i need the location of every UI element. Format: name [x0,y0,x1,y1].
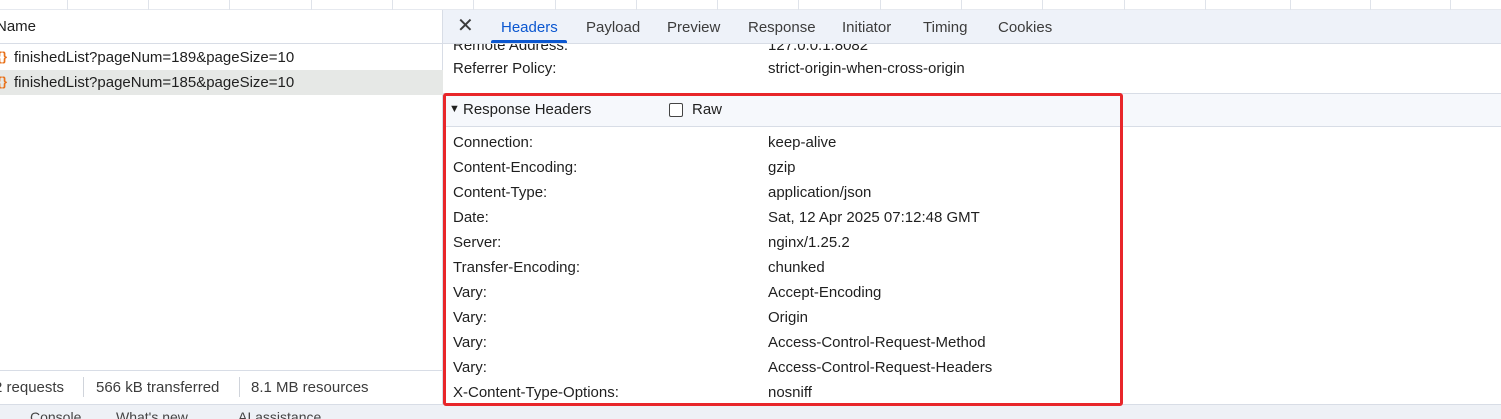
drawer-tab-strip: Console What's new AI assistance [0,404,1501,419]
header-name: X-Content-Type-Options: [453,384,619,401]
timeline-tick [1450,0,1451,10]
summary-divider [239,377,240,397]
header-name: Remote Address: [453,44,569,54]
timeline-tick [311,0,312,10]
timeline-tick [880,0,881,10]
header-name: Server: [453,234,502,251]
header-name: Vary: [453,284,487,301]
header-value: keep-alive [768,134,837,151]
timeline-tick [636,0,637,10]
tab-preview[interactable]: Preview [667,19,720,36]
header-name: Vary: [453,359,487,376]
request-list-panel: Name {} finishedList?pageNum=189&pageSiz… [0,10,443,410]
header-value: nginx/1.25.2 [768,234,850,251]
timeline-tick [1370,0,1371,10]
timeline-tick [798,0,799,10]
timeline-tick [67,0,68,10]
general-row-clipped: Remote Address: 127.0.0.1:8082 [443,44,1501,54]
tab-response[interactable]: Response [748,19,816,36]
header-value: nosniff [768,384,812,401]
header-value: strict-origin-when-cross-origin [768,60,965,77]
request-row-selected[interactable]: {} finishedList?pageNum=185&pageSize=10 [0,70,443,95]
header-value: 127.0.0.1:8082 [768,44,869,54]
network-summary-bar: 2 requests 566 kB transferred 8.1 MB res… [0,370,443,404]
name-column-label: Name [0,18,37,35]
header-value: Access-Control-Request-Method [768,334,986,351]
details-tab-bar: ✕ Headers Payload Preview Response Initi… [443,10,1501,44]
name-column-header[interactable]: Name [0,10,443,44]
tab-timing[interactable]: Timing [923,19,967,36]
drawer-tab-console[interactable]: Console [30,409,81,419]
json-file-icon: {} [0,49,8,64]
header-value: Sat, 12 Apr 2025 07:12:48 GMT [768,209,980,226]
request-details-panel: ✕ Headers Payload Preview Response Initi… [443,10,1501,404]
summary-divider [83,377,84,397]
resources-size: 8.1 MB resources [251,379,369,396]
tab-cookies[interactable]: Cookies [998,19,1052,36]
request-name: finishedList?pageNum=185&pageSize=10 [14,74,295,91]
expand-triangle-icon[interactable]: ▼ [449,103,460,115]
header-name: Transfer-Encoding: [453,259,581,276]
header-name: Content-Encoding: [453,159,578,176]
header-value: Origin [768,309,809,326]
response-headers-section-header[interactable]: ▼ Response Headers Raw [443,93,1501,127]
timeline-tick [1124,0,1125,10]
timeline-tick [229,0,230,10]
drawer-tab-ai-assistance[interactable]: AI assistance [238,409,321,419]
transferred-size: 566 kB transferred [96,379,220,396]
header-name: Date: [453,209,489,226]
tab-initiator[interactable]: Initiator [842,19,891,36]
request-row[interactable]: {} finishedList?pageNum=189&pageSize=10 [0,45,443,70]
json-file-icon: {} [0,74,8,89]
waterfall-timeline [0,0,1501,10]
timeline-tick [1290,0,1291,10]
timeline-tick [555,0,556,10]
close-icon[interactable]: ✕ [457,15,474,37]
timeline-tick [148,0,149,10]
header-value: Access-Control-Request-Headers [768,359,993,376]
header-value: chunked [768,259,825,276]
header-name: Vary: [453,309,487,326]
tab-payload[interactable]: Payload [586,19,640,36]
header-name: Vary: [453,334,487,351]
drawer-tab-whats-new[interactable]: What's new [116,409,188,419]
timeline-tick [1205,0,1206,10]
tab-headers[interactable]: Headers [501,19,558,36]
header-name: Referrer Policy: [453,60,557,77]
header-value: gzip [768,159,796,176]
header-name: Connection: [453,134,534,151]
timeline-tick [473,0,474,10]
header-name: Content-Type: [453,184,548,201]
timeline-tick [392,0,393,10]
timeline-tick [717,0,718,10]
header-value: Accept-Encoding [768,284,882,301]
timeline-tick [1042,0,1043,10]
header-value: application/json [768,184,872,201]
active-tab-indicator [491,40,567,43]
raw-label: Raw [692,101,723,118]
raw-checkbox[interactable] [669,103,683,117]
section-title: Response Headers [463,101,592,118]
request-name: finishedList?pageNum=189&pageSize=10 [14,49,295,66]
timeline-tick [961,0,962,10]
request-count: 2 requests [0,379,65,396]
